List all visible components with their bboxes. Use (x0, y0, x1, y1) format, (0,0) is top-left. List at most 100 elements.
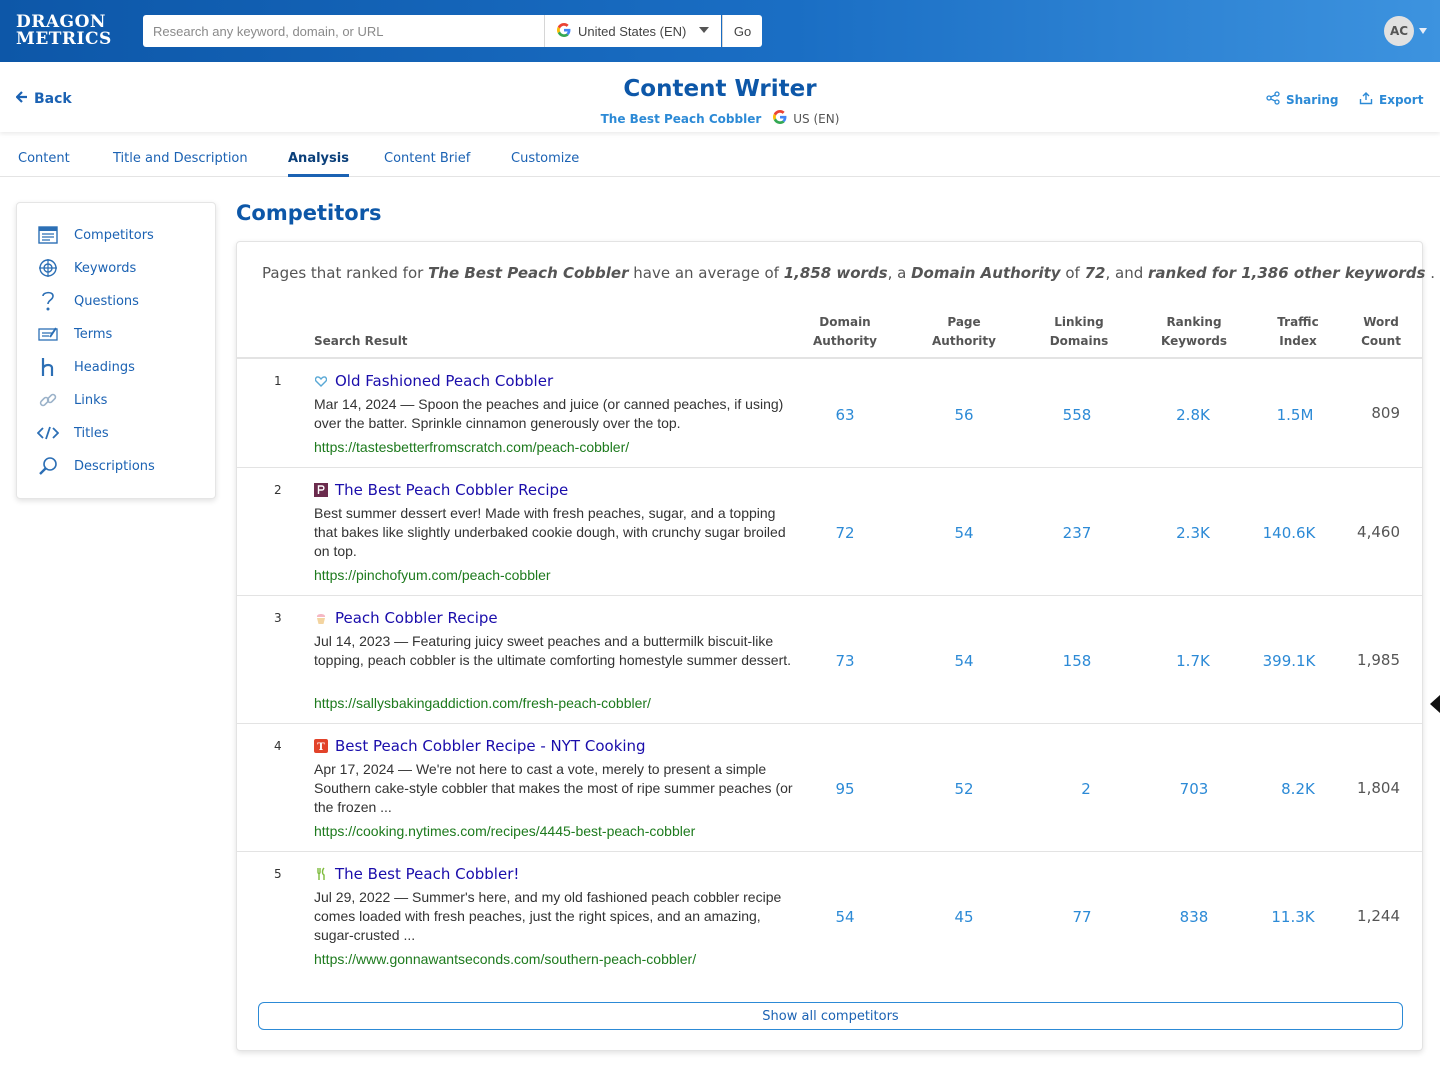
terms-icon (37, 323, 59, 345)
svg-text:T: T (317, 742, 325, 753)
heading-icon (37, 356, 59, 378)
nyt-icon: T (314, 739, 328, 753)
result-url[interactable]: https://www.gonnawantseconds.com/souther… (314, 951, 696, 967)
result-title-link[interactable]: The Best Peach Cobbler Recipe (314, 481, 568, 499)
go-button[interactable]: Go (722, 15, 762, 47)
page-authority-value[interactable]: 45 (914, 908, 1014, 926)
ranking-keywords-value[interactable]: 703 (1144, 780, 1244, 798)
domain-authority-value[interactable]: 54 (795, 908, 895, 926)
domain-authority-value[interactable]: 63 (795, 406, 895, 424)
sidebar-item-titles[interactable]: Titles (37, 421, 109, 445)
result-url[interactable]: https://pinchofyum.com/peach-cobbler (314, 567, 551, 583)
sidebar-item-terms[interactable]: Terms (37, 322, 112, 346)
result-snippet: Best summer dessert ever! Made with fres… (314, 505, 786, 559)
sidebar-item-descriptions[interactable]: Descriptions (37, 454, 155, 478)
page-authority-value[interactable]: 54 (914, 524, 1014, 542)
domain-authority-value[interactable]: 72 (795, 524, 895, 542)
page-authority-value[interactable]: 52 (914, 780, 1014, 798)
sidebar-item-questions[interactable]: Questions (37, 289, 139, 313)
tab-content[interactable]: Content (18, 151, 70, 166)
competitors-summary: Pages that ranked for The Best Peach Cob… (262, 264, 1436, 282)
result-snippet: Jul 29, 2022 — Summer's here, and my old… (314, 889, 782, 943)
col-page-authority[interactable]: Page Authority (914, 313, 1014, 351)
show-all-competitors-button[interactable]: Show all competitors (258, 1002, 1403, 1030)
tab-content-brief[interactable]: Content Brief (384, 151, 470, 166)
export-button[interactable]: Export (1359, 91, 1423, 108)
sidebar-item-competitors[interactable]: Competitors (37, 223, 154, 247)
list-icon (37, 224, 59, 246)
sidebar-item-links[interactable]: Links (37, 388, 107, 412)
heart-icon (314, 374, 328, 388)
linking-domains-value[interactable]: 237 (1027, 524, 1127, 542)
rank-number: 5 (274, 867, 282, 881)
dragon-metrics-logo[interactable]: DRAGON METRICS (16, 14, 112, 48)
result-url[interactable]: https://tastesbetterfromscratch.com/peac… (314, 439, 629, 455)
linking-domains-value[interactable]: 77 (1032, 908, 1132, 926)
col-search-result: Search Result (314, 334, 408, 348)
page-authority-value[interactable]: 54 (914, 652, 1014, 670)
result-snippet: Jul 14, 2023 — Featuring juicy sweet pea… (314, 633, 792, 668)
page-header: Back Content Writer The Best Peach Cobbl… (0, 62, 1440, 132)
sidebar-item-keywords[interactable]: Keywords (37, 256, 136, 280)
table-row: 1 Old Fashioned Peach Cobbler Mar 14, 20… (237, 358, 1422, 467)
tab-title-and-description[interactable]: Title and Description (113, 151, 248, 166)
p-square-icon (314, 483, 328, 497)
result-title-link[interactable]: The Best Peach Cobbler! (314, 865, 519, 883)
result-title-link[interactable]: T Best Peach Cobbler Recipe - NYT Cookin… (314, 737, 646, 755)
sharing-button[interactable]: Sharing (1266, 91, 1338, 108)
analysis-sidebar: Competitors Keywords Questions Terms Hea… (16, 202, 216, 499)
table-row: 5 The Best Peach Cobbler! Jul 29, 2022 —… (237, 851, 1422, 979)
cupcake-icon (314, 611, 328, 625)
competitors-card: Pages that ranked for The Best Peach Cob… (236, 241, 1435, 1051)
traffic-index-value[interactable]: 399.1K (1239, 652, 1339, 670)
ranking-keywords-value[interactable]: 2.8K (1143, 406, 1243, 424)
search-input[interactable] (143, 15, 544, 47)
word-count-value: 1,985 (1357, 651, 1400, 669)
caret-down-icon[interactable] (1419, 28, 1427, 34)
domain-authority-value[interactable]: 95 (795, 780, 895, 798)
ranking-keywords-value[interactable]: 838 (1144, 908, 1244, 926)
sidebar-item-headings[interactable]: Headings (37, 355, 135, 379)
ranking-keywords-value[interactable]: 2.3K (1143, 524, 1243, 542)
traffic-index-value[interactable]: 140.6K (1239, 524, 1339, 542)
link-icon (37, 389, 59, 411)
linking-domains-value[interactable]: 158 (1027, 652, 1127, 670)
linking-domains-value[interactable]: 558 (1027, 406, 1127, 424)
col-linking-domains[interactable]: Linking Domains (1029, 313, 1129, 351)
rank-number: 4 (274, 739, 282, 753)
magnifier-icon (37, 455, 59, 477)
country-label: United States (EN) (578, 23, 687, 39)
traffic-index-value[interactable]: 11.3K (1243, 908, 1343, 926)
word-count-value: 4,460 (1357, 523, 1400, 541)
tab-customize[interactable]: Customize (511, 151, 579, 166)
col-word-count[interactable]: Word Count (1341, 313, 1421, 351)
linking-domains-value[interactable]: 2 (1036, 780, 1136, 798)
sharing-label: Sharing (1286, 92, 1339, 107)
ranking-keywords-value[interactable]: 1.7K (1143, 652, 1243, 670)
word-count-value: 809 (1371, 404, 1400, 422)
domain-authority-value[interactable]: 73 (795, 652, 895, 670)
user-avatar[interactable]: AC (1384, 16, 1414, 46)
result-title-link[interactable]: Peach Cobbler Recipe (314, 609, 498, 627)
section-title: Competitors (236, 201, 382, 225)
upload-icon (1359, 91, 1379, 108)
col-domain-authority[interactable]: Domain Authority (795, 313, 895, 351)
traffic-index-value[interactable]: 1.5M (1245, 406, 1345, 424)
result-url[interactable]: https://cooking.nytimes.com/recipes/4445… (314, 823, 695, 839)
fork-icon (314, 867, 328, 881)
traffic-index-value[interactable]: 8.2K (1248, 780, 1348, 798)
page-authority-value[interactable]: 56 (914, 406, 1014, 424)
table-row: 2 The Best Peach Cobbler Recipe Best sum… (237, 467, 1422, 595)
word-count-value: 1,804 (1357, 779, 1400, 797)
tab-analysis[interactable]: Analysis (288, 151, 349, 177)
result-url[interactable]: https://sallysbakingaddiction.com/fresh-… (314, 695, 651, 711)
caret-down-icon (699, 27, 709, 33)
country-select[interactable]: United States (EN) (544, 15, 721, 47)
keyword-link[interactable]: The Best Peach Cobbler (601, 112, 762, 126)
col-traffic-index[interactable]: Traffic Index (1248, 313, 1348, 351)
code-icon (37, 422, 59, 444)
result-title-link[interactable]: Old Fashioned Peach Cobbler (314, 372, 553, 390)
cursor-pointer-icon (1430, 695, 1440, 713)
col-ranking-keywords[interactable]: Ranking Keywords (1144, 313, 1244, 351)
question-icon (37, 290, 59, 312)
